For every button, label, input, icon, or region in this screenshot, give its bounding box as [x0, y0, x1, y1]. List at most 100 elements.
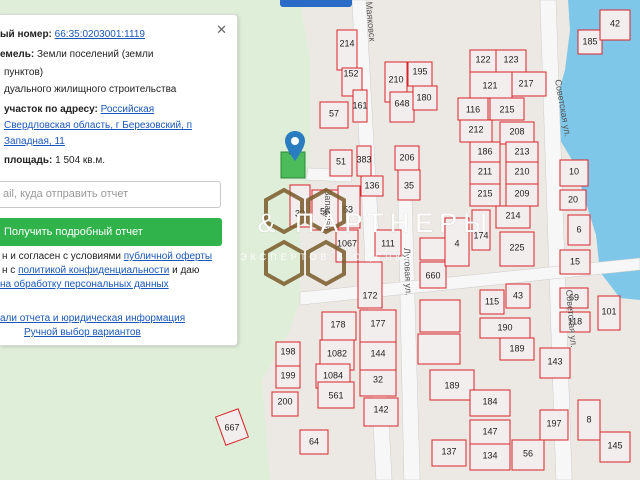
- parcel-number-label: 208: [509, 126, 524, 136]
- parcel-number-label: 121: [482, 80, 497, 90]
- cadastral-number-link[interactable]: 66:35:0203001:1119: [55, 29, 145, 40]
- usage-text: дуального жилищного строительства: [4, 84, 177, 95]
- manual-choice-link[interactable]: Ручной выбор вариантов: [24, 327, 141, 338]
- address-link-3[interactable]: Западная, 11: [4, 136, 65, 147]
- parcel-number-label: 137: [441, 446, 456, 456]
- parcel-number-label: 136: [364, 180, 379, 190]
- area-value: 1 504 кв.м.: [55, 155, 106, 166]
- parcel-number-label: 10: [569, 166, 579, 176]
- parcel-number-label: 111: [381, 238, 395, 248]
- parcel-number-label: 6: [576, 224, 581, 234]
- privacy-policy-link[interactable]: политикой конфиденциальности: [18, 265, 169, 276]
- parcel-number-label: 189: [509, 343, 524, 353]
- parcel-number-label: 64: [309, 436, 319, 446]
- address-label: участок по адресу:: [4, 104, 98, 115]
- parcel-number-label: 212: [468, 124, 483, 134]
- parcel-number-label: 660: [425, 270, 440, 280]
- consent-line-2: н с политикой конфиденциальности и даю: [2, 264, 199, 277]
- parcel-number-label: 178: [330, 319, 345, 329]
- parcel-number-label: 190: [497, 322, 512, 332]
- parcel-number-label: 20: [568, 194, 578, 204]
- parcel-number-label: 217: [518, 78, 533, 88]
- personal-data-link[interactable]: на обработку персональных данных: [0, 279, 169, 290]
- parcel-number-label: 122: [475, 54, 490, 64]
- parcel-number-label: 32: [373, 374, 383, 384]
- category-text-1: Земли поселений (земли: [37, 49, 154, 60]
- parcel-number-label: 209: [514, 188, 529, 198]
- parcel-number-label: 213: [514, 146, 529, 156]
- parcel-number-label: 225: [509, 242, 524, 252]
- parcel-number-label: 161: [352, 100, 367, 110]
- parcel-number-label: 215: [477, 188, 492, 198]
- consent-line-1: н и согласен с условиями публичной оферт…: [2, 250, 212, 263]
- public-offer-link[interactable]: публичной оферты: [124, 251, 212, 262]
- parcel-number-label: 147: [482, 426, 497, 436]
- parcel-number-label: 215: [499, 104, 514, 114]
- parcel-number-label: 123: [503, 54, 518, 64]
- parcel-number-label: 180: [416, 92, 431, 102]
- parcel-number-label: 152: [343, 68, 358, 78]
- parcel-number-label: 667: [224, 422, 239, 432]
- parcel-number-label: 177: [370, 318, 385, 328]
- consent-text-2-end: и даю: [172, 265, 200, 276]
- parcel-number-label: 214: [505, 210, 520, 220]
- parcel-number-label: 1082: [327, 348, 347, 358]
- parcel-number-label: 211: [478, 166, 492, 176]
- parcel-number-label: 172: [362, 290, 377, 300]
- parcel-number-label: 134: [482, 450, 497, 460]
- parcel-number-label: 144: [370, 348, 385, 358]
- report-details-link[interactable]: али отчета и юридическая информация: [0, 313, 185, 324]
- parcel-number-label: 185: [582, 36, 597, 46]
- parcel-number-label: 561: [328, 390, 343, 400]
- parcel-number-label: 198: [280, 346, 295, 356]
- parcel-number-label: 101: [601, 306, 616, 316]
- parcel-number-label: 142: [373, 404, 388, 414]
- parcel-number-label: 186: [477, 146, 492, 156]
- parcel-number-label: 197: [546, 418, 561, 428]
- parcel-number-label: 210: [514, 166, 529, 176]
- parcel-number-label: 57: [329, 108, 339, 118]
- category-row: емель: Земли поселений (земли: [0, 48, 153, 61]
- location-pin-icon[interactable]: [285, 131, 305, 161]
- consent-text-1: н и согласен с условиями: [2, 251, 121, 262]
- parcel-number-label: 184: [482, 396, 497, 406]
- parcel-number-label: 116: [466, 104, 480, 114]
- parcel-number-label: 35: [404, 180, 414, 190]
- area-label: площадь:: [4, 155, 53, 166]
- parcel-number-label: 42: [610, 18, 620, 28]
- watermark-logo-icon: [264, 187, 346, 287]
- parcel-info-panel: ✕ ый номер: 66:35:0203001:1119 емель: Зе…: [0, 14, 238, 346]
- category-text-2: пунктов): [4, 67, 44, 78]
- parcel-number-label: 648: [394, 98, 409, 108]
- parcel-number-label: 4: [454, 238, 459, 248]
- cadastral-label: ый номер:: [0, 29, 52, 40]
- address-link-2[interactable]: Свердловская область, г Березовский, п: [4, 120, 192, 131]
- parcel-number-label: 15: [570, 256, 580, 266]
- category-label: емель:: [0, 49, 35, 60]
- parcel-number-label: 200: [277, 396, 292, 406]
- parcel-number-label: 195: [412, 66, 427, 76]
- cadastral-row: ый номер: 66:35:0203001:1119: [0, 28, 145, 41]
- top-search-button[interactable]: [280, 0, 352, 7]
- parcel-number-label: 383: [356, 154, 371, 164]
- parcel-number-label: 43: [513, 290, 523, 300]
- parcel-number-label: 143: [547, 356, 562, 366]
- close-icon[interactable]: ✕: [216, 22, 227, 38]
- parcel-number-label: 115: [485, 296, 499, 306]
- parcel-number-label: 8: [586, 414, 591, 424]
- parcel-number-label: 206: [399, 152, 414, 162]
- parcel-number-label: 214: [339, 38, 354, 48]
- parcel-number-label: 145: [607, 440, 622, 450]
- parcel-number-label: 56: [523, 448, 533, 458]
- address-row: участок по адресу: Российская: [4, 103, 154, 116]
- parcel-number-label: 51: [336, 156, 346, 166]
- parcel-number-label: 1084: [323, 370, 343, 380]
- email-input[interactable]: ail, куда отправить отчет: [0, 181, 221, 208]
- get-report-button[interactable]: Получить подробный отчет: [0, 218, 222, 246]
- consent-text-2: н с: [2, 265, 16, 276]
- parcel-number-label: 199: [280, 370, 295, 380]
- parcel-number-label: 189: [444, 380, 459, 390]
- address-link-1[interactable]: Российская: [101, 104, 155, 115]
- area-row: площадь: 1 504 кв.м.: [4, 154, 105, 167]
- parcel-number-label: 210: [388, 74, 403, 84]
